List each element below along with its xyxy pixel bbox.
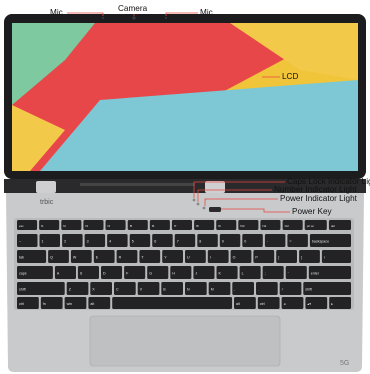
key-label: \ bbox=[324, 256, 325, 260]
key-label: alt bbox=[236, 302, 240, 306]
key-- bbox=[232, 282, 254, 295]
key-label: f6 bbox=[152, 224, 155, 228]
number-light bbox=[196, 202, 200, 206]
mic-right-label: Mic bbox=[200, 8, 213, 17]
brand-logo: trbic bbox=[40, 199, 54, 206]
key-label: caps bbox=[19, 272, 27, 276]
key-label: L bbox=[242, 272, 244, 276]
key-label: ctrl bbox=[19, 302, 24, 306]
key-label: ~ bbox=[19, 240, 21, 244]
key-label: Q bbox=[50, 256, 53, 260]
key-label: 1 bbox=[42, 240, 44, 244]
key-label: 5 bbox=[132, 240, 134, 244]
key-label: C bbox=[116, 288, 119, 292]
key-label: 0 bbox=[244, 240, 246, 244]
camera-dot bbox=[132, 16, 136, 20]
key-label: H bbox=[172, 272, 175, 276]
key-label: = bbox=[289, 240, 291, 244]
key-label: prt sc bbox=[307, 224, 315, 228]
key-label: U bbox=[187, 256, 190, 260]
key-label: ; bbox=[265, 272, 266, 276]
key-label: 3 bbox=[87, 240, 89, 244]
speaker-grille bbox=[80, 183, 195, 186]
key-label: R bbox=[119, 256, 122, 260]
key-label: f9 bbox=[218, 224, 221, 228]
mic-left-dot bbox=[102, 17, 104, 19]
mic-right-dot bbox=[165, 17, 167, 19]
key-label: f4 bbox=[108, 224, 111, 228]
camera-label: Camera bbox=[118, 4, 148, 13]
power-key-label: Power Key bbox=[292, 207, 332, 216]
key-label: / bbox=[282, 288, 283, 292]
lcd-label: LCD bbox=[282, 72, 299, 81]
key-label: win bbox=[67, 302, 72, 306]
key-- bbox=[299, 250, 320, 263]
key-label: ◂ bbox=[284, 302, 286, 306]
key-label: 2 bbox=[64, 240, 66, 244]
key-- bbox=[276, 250, 297, 263]
key-i bbox=[207, 250, 229, 263]
key-label: G bbox=[149, 272, 152, 276]
key-label: O bbox=[233, 256, 236, 260]
key-label: 9 bbox=[222, 240, 224, 244]
key-label: f11 bbox=[262, 224, 266, 228]
mic-left-label: Mic bbox=[50, 8, 63, 17]
power-indicator-light bbox=[202, 206, 206, 210]
caps-lock-light bbox=[192, 198, 196, 202]
key-label: 6 bbox=[154, 240, 156, 244]
key-space bbox=[112, 297, 233, 309]
key-label: ▸ bbox=[331, 302, 333, 306]
key-- bbox=[279, 282, 302, 295]
key-label: . bbox=[258, 288, 259, 292]
key-label: f10 bbox=[240, 224, 245, 228]
key-- bbox=[321, 250, 351, 263]
key-label: f12 bbox=[285, 224, 290, 228]
key-label: 4 bbox=[109, 240, 111, 244]
touchpad bbox=[89, 315, 281, 367]
key-label: W bbox=[73, 256, 77, 260]
hinge-left bbox=[36, 181, 56, 193]
key-label: ctrl bbox=[260, 302, 265, 306]
lcd-screen bbox=[12, 23, 358, 171]
key-label: enter bbox=[311, 272, 320, 276]
key-label: M bbox=[211, 288, 214, 292]
key-label: I bbox=[210, 256, 211, 260]
key-label: f3 bbox=[85, 224, 88, 228]
key-label: f7 bbox=[174, 224, 177, 228]
keyboard-well bbox=[14, 218, 354, 310]
key-- bbox=[285, 266, 307, 279]
key-label: shift bbox=[305, 288, 312, 292]
key-label: N bbox=[187, 288, 190, 292]
key-label: alt bbox=[90, 302, 94, 306]
key-label: [ bbox=[278, 256, 279, 260]
key-label: f1 bbox=[41, 224, 44, 228]
key-label: fn bbox=[43, 302, 46, 306]
key-label: f2 bbox=[63, 224, 66, 228]
laptop-diagram: esc f1 f2 f3 f4 f5 f6 f7 f8 f9 f10 f11 f12 prt sc del ~… bbox=[0, 0, 370, 374]
power-indicator-label: Power Indicator Light bbox=[280, 194, 357, 203]
power-key-shape bbox=[209, 207, 221, 212]
key-label: J bbox=[195, 272, 197, 276]
key-label: f8 bbox=[196, 224, 199, 228]
key-- bbox=[256, 282, 278, 295]
key-label: , bbox=[234, 288, 235, 292]
key-- bbox=[262, 266, 284, 279]
key-label: esc bbox=[19, 224, 24, 228]
5g-badge: 5G bbox=[340, 360, 350, 367]
key-label: backspace bbox=[312, 240, 329, 244]
key-label: ] bbox=[301, 256, 302, 260]
key-label: D bbox=[103, 272, 106, 276]
key-label: 7 bbox=[177, 240, 179, 244]
hinge-right bbox=[205, 181, 225, 193]
key-label: f5 bbox=[130, 224, 133, 228]
key-label: shift bbox=[19, 288, 26, 292]
key-label: tab bbox=[19, 256, 24, 260]
key-label: 8 bbox=[199, 240, 201, 244]
key-label: del bbox=[331, 224, 335, 228]
key-label: ▴▾ bbox=[307, 302, 311, 306]
